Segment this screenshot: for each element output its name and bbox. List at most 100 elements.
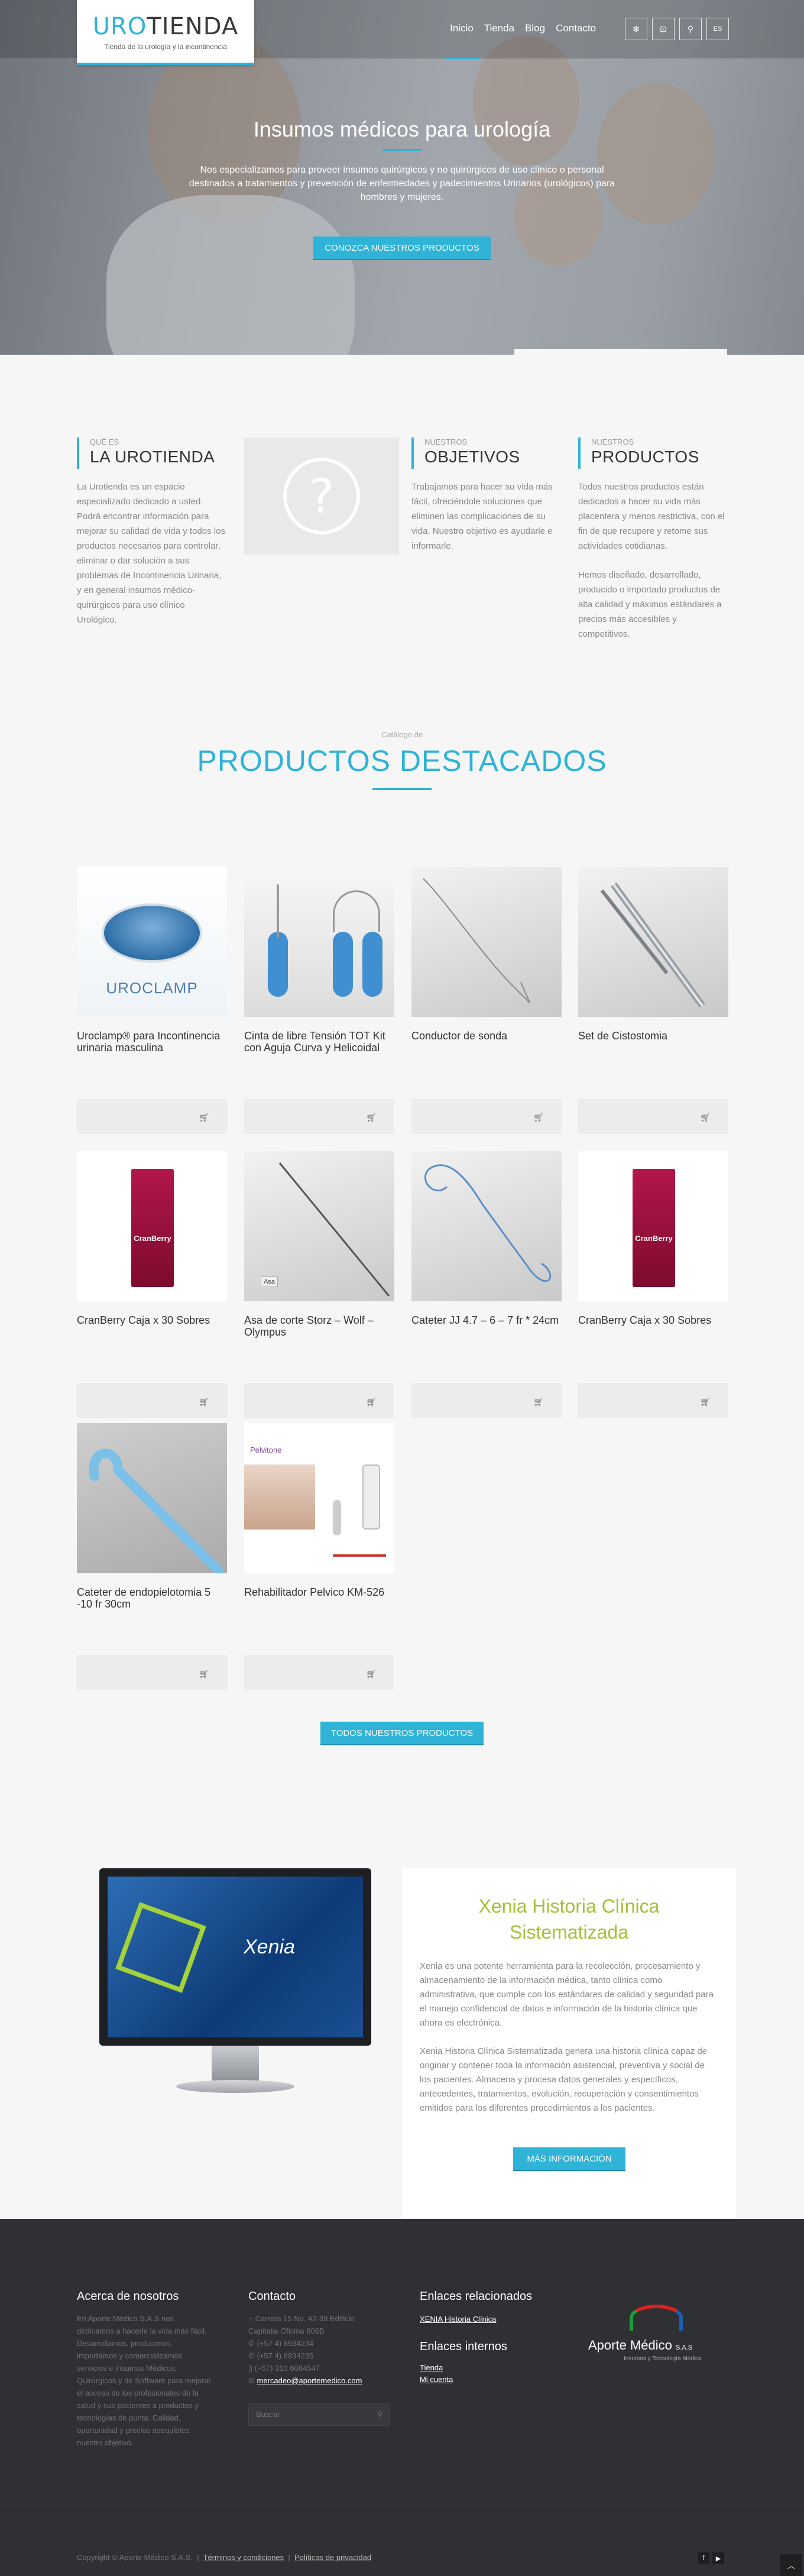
footer-link-mi-cuenta[interactable]: Mi cuenta (420, 2375, 453, 2384)
product-card[interactable]: Conductor de sonda 🛒︎ (411, 867, 562, 1134)
add-to-cart-icon[interactable]: 🛒︎ (533, 1397, 544, 1407)
all-products-button[interactable]: TODOS NUESTROS PRODUCTOS (320, 1722, 484, 1744)
product-card[interactable]: CranBerry CranBerry Caja x 30 Sobres 🛒︎ (77, 1151, 227, 1418)
product-name[interactable]: Rehabilitador Pelvico KM-526 (244, 1573, 394, 1662)
add-to-cart-icon[interactable]: 🛒︎ (199, 1669, 209, 1679)
product-card[interactable]: Cateter de endopielotomia 5 -10 fr 30cm … (77, 1423, 227, 1690)
product-name[interactable]: CranBerry Caja x 30 Sobres (578, 1301, 728, 1390)
facebook-icon[interactable]: f (698, 2552, 709, 2564)
jj-catheter-drawing (424, 1164, 552, 1282)
cystostomy-set-drawing (600, 882, 705, 1008)
search-icon[interactable]: ⚲ (377, 2410, 382, 2419)
footer-email-link[interactable]: mercadeo@aportemedico.com (257, 2376, 362, 2385)
partner-logo-swoosh (630, 2305, 683, 2331)
product-image[interactable]: Asa (244, 1151, 394, 1301)
pelvitone-logo: Pelvitone (250, 1446, 282, 1454)
settings-icon[interactable]: ✻ (625, 18, 647, 40)
product-card[interactable]: UROCLAMP Uroclamp® para Incontinencia ur… (77, 867, 227, 1134)
partner-name: Aporte Médico (588, 2338, 672, 2353)
add-to-cart-icon[interactable]: 🛒︎ (366, 1113, 377, 1123)
footer-address: ⌂ Carrera 15 No. 42-39 Edificio Capitali… (248, 2312, 384, 2337)
intro-kicker: QUÉ ES (77, 438, 226, 446)
nav-item-inicio[interactable]: Inicio (445, 22, 479, 59)
product-footer: 🛒︎ (244, 1099, 394, 1134)
xenia-title: Xenia Historia Clínica Sistematizada (478, 1895, 660, 1943)
product-card[interactable]: Cateter JJ 4.7 – 6 – 7 fr * 24cm 🛒︎ (411, 1151, 562, 1418)
cranberry-box-label: CranBerry (635, 1234, 673, 1243)
product-image[interactable]: CranBerry (77, 1151, 227, 1301)
intro-title: PRODUCTOS (578, 446, 727, 469)
add-to-cart-icon[interactable]: 🛒︎ (533, 1113, 544, 1123)
footer-about-text: En Aporte Médico S.A.S nos dedicamos a h… (77, 2314, 211, 2447)
nav-item-contacto[interactable]: Contacto (550, 22, 601, 59)
footer-link-xenia[interactable]: XENIA Historia Clínica (420, 2315, 496, 2324)
terms-link[interactable]: Términos y condiciones (203, 2553, 284, 2562)
product-image[interactable]: UROCLAMP (77, 867, 227, 1017)
product-card[interactable]: Pelvitone Rehabilitador Pelvico KM-526 🛒… (244, 1423, 394, 1690)
product-name[interactable]: Set de Cistostomia (578, 1017, 728, 1106)
site-logo[interactable]: UROTIENDA Tienda de la urología y la inc… (77, 0, 254, 65)
product-footer: 🛒︎ (244, 1383, 394, 1418)
footer-link-tienda[interactable]: Tienda (420, 2363, 443, 2372)
cart-icon[interactable]: ⊡ (652, 18, 675, 40)
logo-part1: URO (92, 13, 147, 40)
hero: UROTIENDA Tienda de la urología y la inc… (0, 0, 804, 355)
product-image[interactable] (244, 867, 394, 1017)
footer-mobile: ▯ (+57) 310 6084547 (248, 2362, 320, 2374)
privacy-link[interactable]: Políticas de privacidad (294, 2553, 371, 2562)
product-name[interactable]: CranBerry Caja x 30 Sobres (77, 1301, 227, 1390)
device-probe (333, 1500, 341, 1535)
placeholder-image: ? (244, 438, 399, 555)
needle-handle (268, 932, 288, 997)
partner-logo[interactable]: Aporte Médico S.A.S Insumos y Tecnología… (588, 2305, 712, 2376)
logo-part2: TIENDA (147, 13, 239, 40)
product-image[interactable] (411, 1151, 562, 1301)
monitor-frame: Xenia (99, 1868, 371, 2046)
header-icons: ✻ ⊡ ⚲ ES (625, 18, 729, 40)
hero-cta-button[interactable]: CONOZCA NUESTROS PRODUCTOS (313, 236, 491, 259)
xenia-screen-logo: Xenia (244, 1936, 295, 1958)
product-card[interactable]: Set de Cistostomia 🛒︎ (578, 867, 728, 1134)
product-footer: 🛒︎ (77, 1655, 227, 1690)
product-card[interactable]: Cinta de libre Tensión TOT Kit con Aguja… (244, 867, 394, 1134)
wire-guide-drawing (423, 878, 530, 1003)
question-mark-icon: ? (283, 458, 360, 534)
product-footer: 🛒︎ (77, 1383, 227, 1418)
add-to-cart-icon[interactable]: 🛒︎ (366, 1397, 377, 1407)
product-name[interactable]: Uroclamp® para Incontinencia urinaria ma… (77, 1017, 227, 1106)
intro-col-urotienda: QUÉ ES LA UROTIENDA La Urotienda es un e… (77, 438, 226, 627)
product-image[interactable] (411, 867, 562, 1017)
nav-item-tienda[interactable]: Tienda (479, 22, 520, 59)
product-name[interactable]: Cinta de libre Tensión TOT Kit con Aguja… (244, 1017, 394, 1106)
search-icon[interactable]: ⚲ (679, 18, 702, 40)
nav-item-blog[interactable]: Blog (520, 22, 550, 59)
product-image[interactable] (77, 1423, 227, 1573)
xenia-more-info-button[interactable]: MÁS INFORMACIÓN (513, 2147, 625, 2170)
add-to-cart-icon[interactable]: 🛒︎ (700, 1397, 711, 1407)
youtube-icon[interactable]: ▶ (712, 2552, 724, 2564)
product-image[interactable]: CranBerry (578, 1151, 728, 1301)
footer-phone-text: (+57 4) 8934234 (257, 2339, 314, 2348)
intro-col-productos: NUESTROS PRODUCTOS Todos nuestros produc… (578, 438, 727, 641)
needle-handle (333, 932, 353, 997)
product-name[interactable]: Cateter JJ 4.7 – 6 – 7 fr * 24cm (411, 1301, 562, 1390)
footer-contact-title: Contacto (248, 2290, 296, 2303)
add-to-cart-icon[interactable]: 🛒︎ (366, 1669, 377, 1679)
add-to-cart-icon[interactable]: 🛒︎ (199, 1397, 209, 1407)
back-to-top-button[interactable]: ︿ (780, 2554, 802, 2576)
product-card[interactable]: Asa Asa de corte Storz – Wolf – Olympus … (244, 1151, 394, 1418)
product-image[interactable] (578, 867, 728, 1017)
intro-text: Trabajamos para hacer su vida más fácil,… (411, 482, 553, 551)
footer-phone-text: (+57 4) 8934235 (257, 2351, 314, 2360)
product-card[interactable]: CranBerry CranBerry Caja x 30 Sobres 🛒︎ (578, 1151, 728, 1418)
product-name[interactable]: Cateter de endopielotomia 5 -10 fr 30cm (77, 1573, 227, 1662)
add-to-cart-icon[interactable]: 🛒︎ (700, 1113, 711, 1123)
language-button[interactable]: ES (706, 18, 729, 40)
product-image[interactable]: Pelvitone (244, 1423, 394, 1573)
product-name[interactable]: Asa de corte Storz – Wolf – Olympus (244, 1301, 394, 1390)
product-name[interactable]: Conductor de sonda (411, 1017, 562, 1106)
footer-search-input[interactable]: Buscar ⚲ (248, 2403, 390, 2426)
asa-label: Asa (261, 1276, 278, 1287)
xenia-cubes (115, 1902, 206, 1993)
add-to-cart-icon[interactable]: 🛒︎ (199, 1113, 209, 1123)
